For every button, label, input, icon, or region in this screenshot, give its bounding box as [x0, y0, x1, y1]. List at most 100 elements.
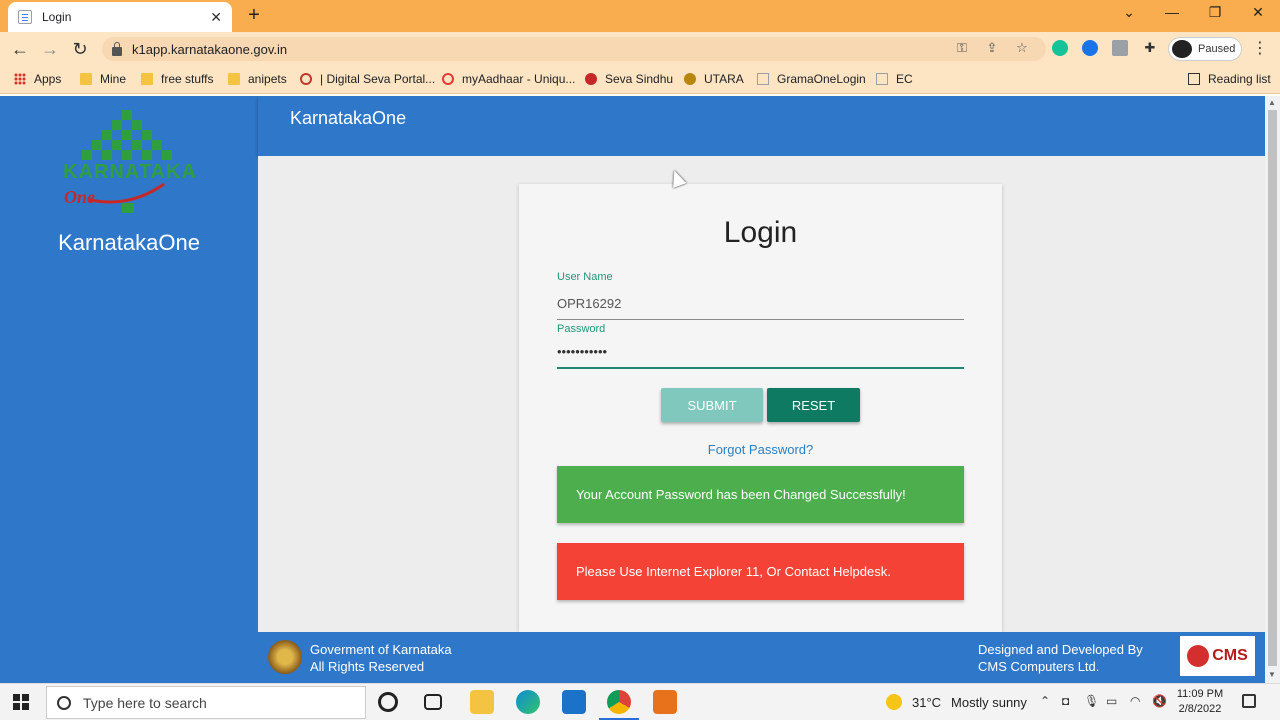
- bookmark-star-icon[interactable]: ☆: [1013, 40, 1031, 56]
- sidebar-title: KarnatakaOne: [58, 230, 200, 255]
- tab-title: Login: [42, 10, 72, 24]
- forgot-password-link[interactable]: Forgot Password?: [519, 442, 1002, 457]
- bookmark-myaadhaar[interactable]: myAadhaar - Uniqu...: [442, 72, 575, 86]
- cms-logo-text: CMS: [1212, 647, 1248, 664]
- page-scrollbar[interactable]: ▲ ▼: [1265, 96, 1280, 683]
- seva-sindhu-icon: [585, 73, 597, 85]
- folder-icon: [80, 73, 92, 85]
- key-icon[interactable]: ⚿: [953, 40, 971, 56]
- temperature-text: 31°C: [912, 694, 942, 710]
- cms-logo-mark-icon: [1187, 645, 1210, 667]
- weather-text: Mostly sunny: [951, 694, 1027, 710]
- url-text: k1app.karnatakaone.gov.in: [132, 41, 288, 57]
- bookmark-folder-free-stuffs[interactable]: free stuffs: [141, 72, 213, 86]
- bookmark-ec[interactable]: EC: [876, 72, 913, 86]
- bookmark-digital-seva[interactable]: | Digital Seva Portal...: [300, 72, 435, 86]
- karnataka-emblem-icon: [268, 640, 302, 674]
- bookmark-utara[interactable]: UTARA: [684, 72, 744, 86]
- clock-time: 11:09 PM: [1176, 688, 1224, 700]
- wifi-icon[interactable]: ◠: [1130, 694, 1140, 708]
- cortana-icon[interactable]: [378, 692, 398, 712]
- password-input[interactable]: •••••••••••: [557, 344, 964, 369]
- share-icon[interactable]: ⇪: [983, 40, 1001, 56]
- edge-browser-icon[interactable]: [516, 690, 540, 714]
- bookmark-folder-mine[interactable]: Mine: [80, 72, 126, 86]
- tab-login[interactable]: Login ✕: [8, 2, 232, 32]
- page-icon: [876, 73, 888, 85]
- web-page: KARNATAKA One KarnatakaOne KarnatakaOne …: [0, 96, 1265, 683]
- bookmark-gramaone[interactable]: GramaOneLogin: [757, 72, 866, 86]
- new-tab-button[interactable]: +: [242, 4, 266, 27]
- show-hidden-icons-chevron-icon[interactable]: ⌃: [1040, 694, 1050, 708]
- browser-tabstrip: Login ✕ + ⌄ — ❐ ✕: [0, 0, 1280, 32]
- page-icon: [757, 73, 769, 85]
- taskbar-clock[interactable]: 11:09 PM 2/8/2022: [1170, 687, 1230, 717]
- forward-button[interactable]: →: [40, 39, 60, 60]
- windows-start-icon[interactable]: [13, 694, 29, 710]
- clock-date: 2/8/2022: [1178, 703, 1222, 715]
- sidebar: KARNATAKA One KarnatakaOne: [0, 96, 258, 683]
- bookmark-folder-anipets[interactable]: anipets: [228, 72, 287, 86]
- login-card: Login User Name OPR16292 Password ••••••…: [519, 184, 1002, 632]
- reading-list-button[interactable]: Reading list: [1188, 72, 1271, 86]
- footer-govt-text: Goverment of Karnataka: [310, 642, 452, 657]
- aadhaar-icon: [442, 73, 454, 85]
- app-icon[interactable]: [653, 690, 677, 714]
- meet-icon[interactable]: ◘: [1062, 694, 1069, 708]
- cms-logo: CMS: [1180, 636, 1255, 676]
- close-tab-icon[interactable]: ✕: [210, 9, 222, 26]
- username-label: User Name: [557, 271, 613, 283]
- browser-menu-icon[interactable]: ⋮: [1252, 38, 1268, 58]
- extension-icon[interactable]: [1082, 40, 1098, 56]
- chrome-browser-icon[interactable]: [607, 690, 631, 714]
- weather-widget[interactable]: 31°C Mostly sunny: [886, 694, 1027, 710]
- reset-button[interactable]: RESET: [767, 388, 860, 422]
- bookmark-apps[interactable]: Apps: [14, 72, 61, 86]
- reload-button[interactable]: ↻: [70, 39, 90, 60]
- taskbar-search-box[interactable]: Type here to search: [46, 686, 366, 719]
- digital-seva-icon: [300, 73, 312, 85]
- search-icon: [57, 695, 71, 710]
- emblem-icon: [684, 73, 696, 85]
- scroll-up-arrow-icon[interactable]: ▲: [1268, 98, 1276, 107]
- submit-button[interactable]: SUBMIT: [661, 388, 763, 422]
- battery-icon[interactable]: ▭: [1106, 694, 1117, 708]
- password-label: Password: [557, 323, 606, 335]
- store-icon[interactable]: [562, 690, 586, 714]
- page-favicon-icon: [18, 10, 32, 24]
- task-view-icon[interactable]: [424, 694, 442, 710]
- lock-icon[interactable]: [112, 41, 122, 56]
- file-explorer-icon[interactable]: [470, 690, 494, 714]
- back-button[interactable]: ←: [10, 39, 30, 60]
- taskbar-search-placeholder: Type here to search: [83, 694, 207, 711]
- tab-search-chevron-icon[interactable]: ⌄: [1114, 4, 1144, 21]
- microphone-icon[interactable]: 🎙: [1084, 694, 1099, 708]
- close-window-button[interactable]: ✕: [1243, 4, 1273, 21]
- scrollbar-thumb[interactable]: [1268, 110, 1277, 666]
- profile-status: Paused: [1198, 43, 1236, 55]
- scroll-down-arrow-icon[interactable]: ▼: [1268, 670, 1276, 679]
- avatar: [1172, 40, 1192, 58]
- logo-one: One: [64, 187, 95, 207]
- sun-icon: [886, 694, 902, 710]
- footer-designed-by: Designed and Developed By: [978, 642, 1143, 657]
- notification-center-icon[interactable]: [1242, 694, 1256, 708]
- bookmark-seva-sindhu[interactable]: Seva Sindhu: [585, 72, 673, 86]
- header-title: KarnatakaOne: [290, 108, 407, 128]
- grammarly-extension-icon[interactable]: [1052, 40, 1068, 56]
- maximize-button[interactable]: ❐: [1200, 4, 1230, 21]
- footer-rights-text: All Rights Reserved: [310, 659, 425, 674]
- speaker-muted-icon[interactable]: 🔇: [1152, 694, 1167, 708]
- bookmarks-bar: Apps Mine free stuffs anipets | Digital …: [0, 66, 1280, 94]
- profile-button[interactable]: Paused: [1168, 37, 1242, 61]
- minimize-button[interactable]: —: [1157, 4, 1187, 20]
- address-bar[interactable]: k1app.karnatakaone.gov.in: [102, 37, 1046, 61]
- extension-icon[interactable]: [1112, 40, 1128, 56]
- apps-grid-icon: [14, 73, 26, 85]
- logo-wordmark: KARNATAKA: [63, 161, 197, 183]
- extensions-puzzle-icon[interactable]: ✚: [1141, 40, 1159, 56]
- page-footer: Goverment of Karnataka All Rights Reserv…: [258, 632, 1265, 683]
- username-input[interactable]: OPR16292: [557, 296, 964, 320]
- page-header: KarnatakaOne: [258, 96, 1265, 156]
- footer-company: CMS Computers Ltd.: [978, 659, 1100, 674]
